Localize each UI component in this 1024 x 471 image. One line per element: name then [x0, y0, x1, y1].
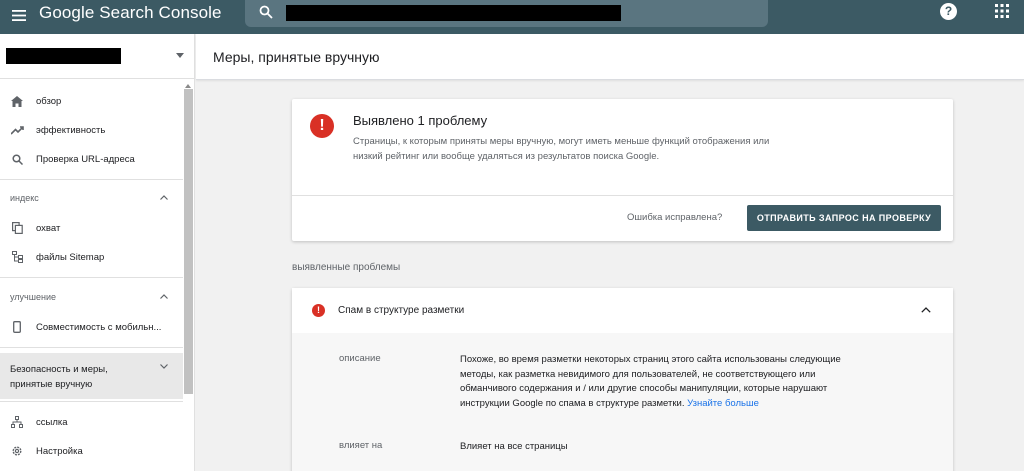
search-bar[interactable]: [245, 0, 768, 27]
help-icon[interactable]: ?: [940, 3, 957, 20]
summary-title: Выявлено 1 проблему: [353, 113, 488, 128]
issue-details: описание Похоже, во время разметки некот…: [292, 333, 953, 471]
sidebar-item-label: Проверка URL-адреса: [36, 153, 135, 165]
nav-list: обзор эффективность Проверка URL-адреса …: [0, 79, 183, 471]
error-icon: !: [312, 304, 325, 317]
section-header-index[interactable]: индекс: [0, 187, 183, 209]
file-copy-icon: [10, 221, 24, 235]
chevron-up-icon[interactable]: [921, 307, 931, 313]
sidebar-item-label: охват: [36, 222, 61, 234]
summary-description: Страницы, к которым приняты меры вручную…: [353, 136, 770, 162]
divider: [292, 195, 953, 196]
sidebar-item-label: Безопасность и меры, принятые вручную: [10, 362, 108, 392]
issue-detail-card: ! Спам в структуре разметки описание Пох…: [292, 288, 953, 471]
learn-more-link[interactable]: Узнайте больше: [687, 398, 759, 409]
affects-label: влияет на: [339, 440, 383, 451]
search-icon[interactable]: [259, 5, 275, 21]
sitemap-icon: [10, 250, 24, 264]
divider: [0, 401, 183, 402]
sidebar-item-label: файлы Sitemap: [36, 251, 105, 263]
issues-summary-card: ! Выявлено 1 проблему Страницы, к которы…: [292, 99, 953, 241]
chevron-up-icon[interactable]: [160, 195, 168, 200]
sidebar-item-links[interactable]: ссылка: [0, 408, 183, 436]
search-input[interactable]: [286, 5, 621, 21]
description-text: Похоже, во время разметки некоторых стра…: [460, 353, 860, 411]
section-label: индекс: [10, 193, 39, 203]
issue-name: Спам в структуре разметки: [338, 305, 465, 316]
error-icon: !: [310, 114, 334, 138]
chevron-down-icon[interactable]: [160, 364, 168, 369]
divider: [0, 347, 183, 348]
detected-issues-caption: выявленные проблемы: [292, 262, 401, 273]
chevron-up-icon[interactable]: [160, 294, 168, 299]
sidebar-item-settings[interactable]: Настройка: [0, 437, 183, 465]
apps-icon[interactable]: [995, 4, 1009, 18]
sidebar-item-label: Настройка: [36, 445, 83, 457]
sidebar-item-url-inspection[interactable]: Проверка URL-адреса: [0, 145, 183, 173]
description-label: описание: [339, 353, 381, 364]
property-selector[interactable]: [0, 34, 195, 79]
trending-up-icon: [10, 123, 24, 137]
sidebar-item-label: обзор: [36, 95, 62, 107]
top-app-bar: Google Search Console ?: [0, 0, 1024, 34]
caret-down-icon[interactable]: [176, 53, 184, 58]
phone-icon: [10, 320, 24, 334]
sidebar-item-label: эффективность: [36, 124, 106, 136]
label-line-1: Безопасность и меры,: [10, 364, 108, 375]
sidebar-item-label: ссылка: [36, 416, 68, 428]
label-line-2: принятые вручную: [10, 379, 93, 390]
app-logo[interactable]: Google Search Console: [39, 3, 222, 23]
section-label: улучшение: [10, 292, 56, 302]
affects-value: Влияет на все страницы: [460, 441, 568, 452]
search-icon: [10, 152, 24, 166]
sidebar-item-overview[interactable]: обзор: [0, 87, 183, 115]
links-icon: [10, 415, 24, 429]
sidebar-item-label: Совместимость с мобильн...: [36, 321, 162, 333]
divider: [0, 179, 183, 180]
sidebar-item-coverage[interactable]: охват: [0, 214, 183, 242]
settings-icon: [10, 444, 24, 458]
scroll-up-arrow[interactable]: [185, 84, 191, 88]
property-name: [6, 48, 121, 64]
sidebar-item-sitemaps[interactable]: файлы Sitemap: [0, 243, 183, 271]
description-body: Похоже, во время разметки некоторых стра…: [460, 354, 841, 409]
divider: [0, 277, 183, 278]
sidebar-scrollbar[interactable]: [184, 89, 193, 394]
fixed-question: Ошибка исправлена?: [627, 212, 723, 223]
sidebar-item-performance[interactable]: эффективность: [0, 116, 183, 144]
sidebar: обзор эффективность Проверка URL-адреса …: [0, 34, 195, 471]
sidebar-item-security-manual-actions[interactable]: Безопасность и меры, принятые вручную: [0, 353, 183, 399]
issue-header[interactable]: ! Спам в структуре разметки: [292, 288, 953, 333]
sidebar-item-mobile-usability[interactable]: Совместимость с мобильн...: [0, 313, 183, 341]
menu-icon[interactable]: [8, 4, 30, 26]
page-header: Меры, принятые вручную: [196, 34, 1024, 80]
section-header-enhancements[interactable]: улучшение: [0, 286, 183, 308]
page-title: Меры, принятые вручную: [213, 49, 380, 65]
request-review-button[interactable]: ОТПРАВИТЬ ЗАПРОС НА ПРОВЕРКУ: [747, 205, 941, 231]
home-icon: [10, 94, 24, 108]
